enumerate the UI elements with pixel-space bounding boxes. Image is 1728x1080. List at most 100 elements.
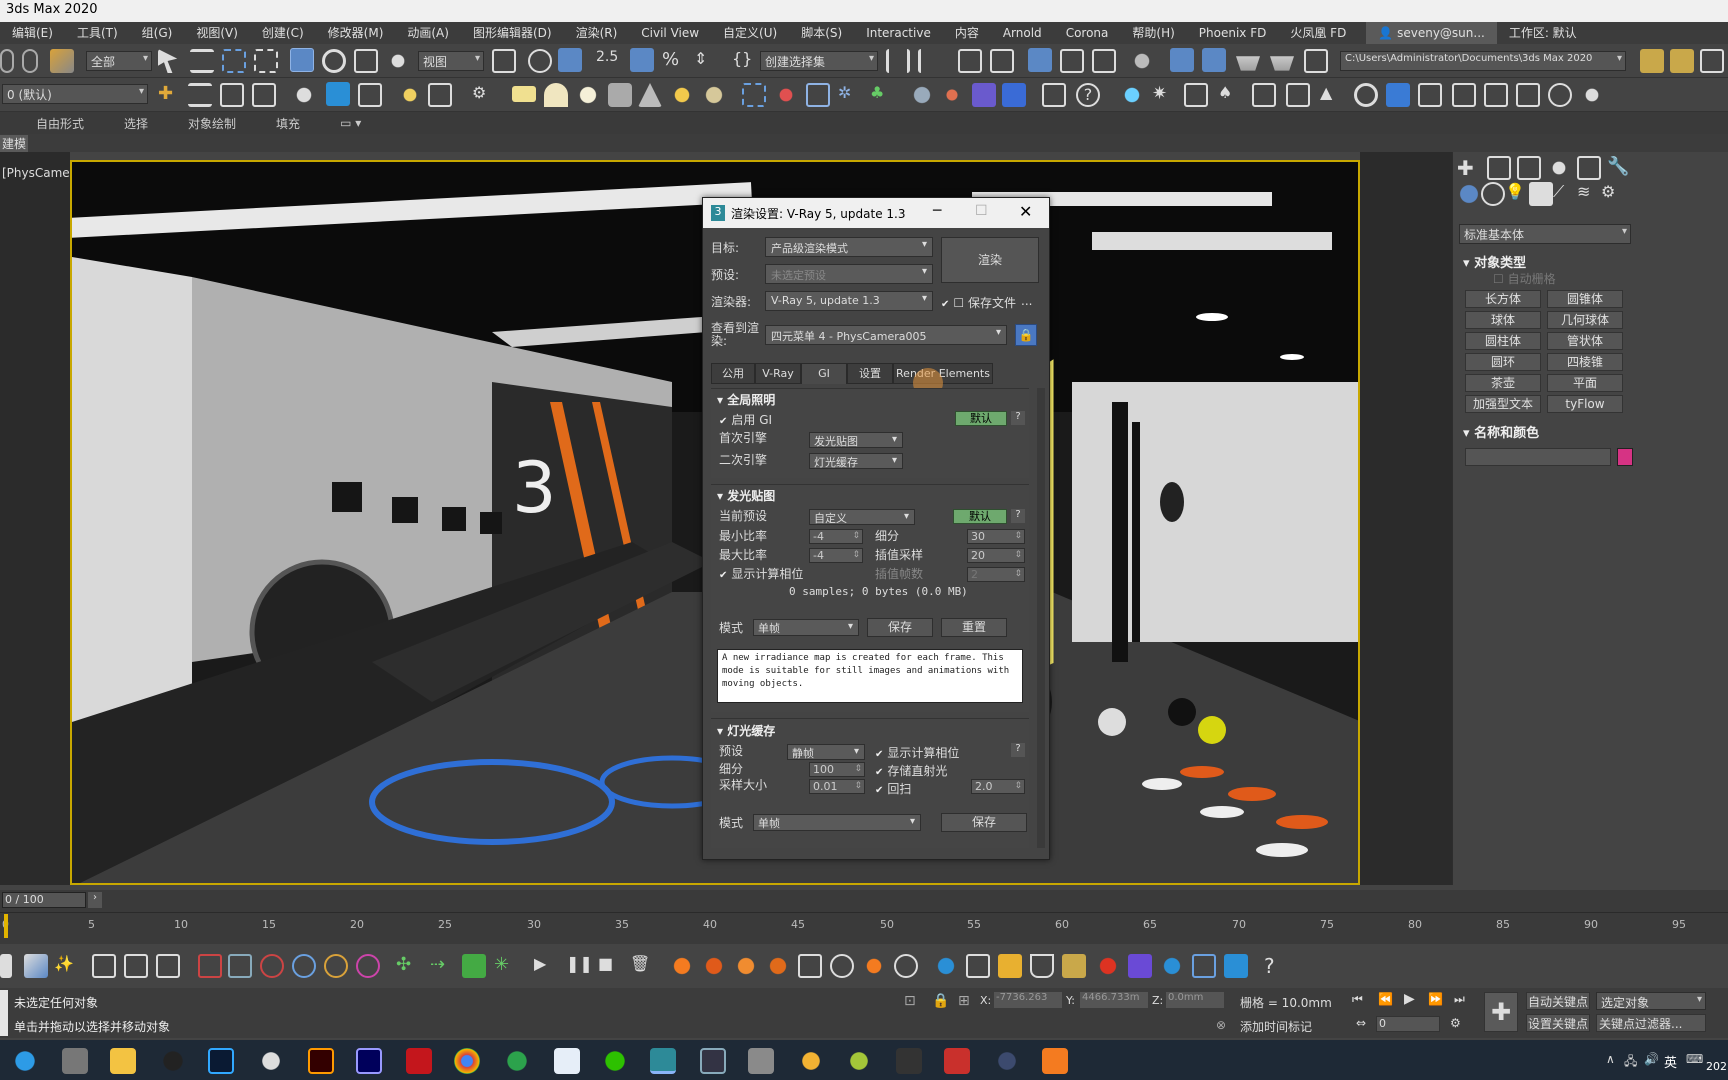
select-by-name-icon[interactable] <box>190 49 214 73</box>
after-effects-icon[interactable] <box>356 1048 382 1074</box>
shapes-category-icon[interactable] <box>1481 182 1505 206</box>
corona-camera-icon[interactable] <box>1452 83 1476 107</box>
calculator-icon[interactable] <box>748 1048 774 1074</box>
snaps-toggle-icon[interactable]: 2.5 <box>596 49 620 73</box>
modify-tab-icon[interactable] <box>1487 156 1511 180</box>
teapot-icon[interactable] <box>292 83 316 107</box>
lc-mode-dropdown[interactable]: 单帧 <box>753 814 921 831</box>
edge-icon[interactable] <box>12 1048 38 1074</box>
no-entry-icon[interactable] <box>260 954 284 978</box>
menu-phoenix-fd-cn[interactable]: 火凤凰 FD <box>1278 22 1358 44</box>
absolute-mode-icon[interactable]: ⊞ <box>958 993 970 1009</box>
bind-space-warp-icon[interactable] <box>50 49 74 73</box>
text-plus-button[interactable]: 加强型文本 <box>1465 395 1541 413</box>
project-folder-icon[interactable] <box>1640 49 1664 73</box>
wave-icon[interactable] <box>1128 954 1152 978</box>
irradiance-save-button[interactable]: 保存 <box>867 618 933 637</box>
add-to-layer-icon[interactable] <box>220 83 244 107</box>
select-manipulate-icon[interactable] <box>528 49 552 73</box>
corona-proxy-icon[interactable] <box>1184 83 1208 107</box>
fire-preset-icon[interactable] <box>766 954 790 978</box>
corona-scatter-icon[interactable]: ♠ <box>1218 83 1242 107</box>
sunflower-icon[interactable] <box>798 1048 824 1074</box>
lc-help-icon[interactable]: ? <box>1011 743 1025 757</box>
red-dot-icon[interactable] <box>1096 954 1120 978</box>
tab-common[interactable]: 公用 <box>711 363 755 384</box>
y-coord-field[interactable]: 4466.733m <box>1080 992 1148 1008</box>
workspace-selector[interactable]: 工作区: 默认 <box>1497 22 1589 44</box>
irradiance-default-button[interactable]: 默认 <box>953 509 1007 524</box>
scale-icon[interactable] <box>354 49 378 73</box>
fire-small-icon[interactable] <box>862 954 886 978</box>
ribbon-options-icon[interactable]: ▭ ▾ <box>320 116 381 130</box>
lc-save-button[interactable]: 保存 <box>941 813 1027 832</box>
autocad-icon[interactable] <box>406 1048 432 1074</box>
enable-gi-checkbox[interactable]: 启用 GI <box>719 411 772 428</box>
taskbar-clock[interactable]: 202 <box>1706 1060 1727 1073</box>
preset-dropdown[interactable]: 未选定预设 <box>765 264 933 284</box>
align-icon[interactable] <box>918 49 942 73</box>
utilities-tab-icon[interactable]: 🔧 <box>1607 156 1631 180</box>
gi-help-icon[interactable]: ? <box>1011 411 1025 425</box>
time-tag-icon[interactable]: ⊗ <box>1216 1018 1226 1032</box>
reference-coordinate-dropdown[interactable]: 视图 <box>418 51 484 71</box>
menu-edit[interactable]: 编辑(E) <box>0 22 65 44</box>
select-in-layer-icon[interactable] <box>252 83 276 107</box>
lc-show-phase-checkbox[interactable]: 显示计算相位 <box>875 744 959 761</box>
liquid-icon[interactable] <box>934 954 958 978</box>
vray-interactive-icon[interactable] <box>1002 83 1026 107</box>
minimize-button[interactable]: ─ <box>933 203 941 219</box>
menu-create[interactable]: 创建(C) <box>250 22 316 44</box>
menu-rendering[interactable]: 渲染(R) <box>564 22 630 44</box>
cloud-drive-icon[interactable] <box>554 1048 580 1074</box>
add-time-tag-button[interactable]: 添加时间标记 <box>1240 1018 1312 1035</box>
object-color-swatch[interactable] <box>1617 448 1633 466</box>
frame-buffer-icon[interactable] <box>358 83 382 107</box>
rotate-icon[interactable] <box>322 49 346 73</box>
app-orange-icon[interactable] <box>1042 1048 1068 1074</box>
burst-icon[interactable]: ✳ <box>494 954 518 978</box>
tool-icon[interactable] <box>0 954 12 978</box>
key-filters-button[interactable]: 关键点过滤器... <box>1596 1014 1706 1032</box>
auto-key-button[interactable]: 自动关键点 <box>1526 992 1590 1010</box>
vray-vfb-icon[interactable] <box>972 83 996 107</box>
cameras-category-icon[interactable] <box>1529 182 1553 206</box>
current-frame-field[interactable]: 0 <box>1376 1016 1440 1032</box>
menu-customize[interactable]: 自定义(U) <box>711 22 789 44</box>
motion-tab-icon[interactable] <box>1547 156 1571 180</box>
chrome-icon[interactable] <box>454 1048 480 1074</box>
box-button[interactable]: 长方体 <box>1465 290 1541 308</box>
hierarchy-tab-icon[interactable] <box>1517 156 1541 180</box>
rectangular-selection-icon[interactable] <box>222 49 246 73</box>
layer-stack-icon[interactable] <box>188 83 212 107</box>
current-frame-marker[interactable] <box>4 914 8 938</box>
menu-scripting[interactable]: 脚本(S) <box>789 22 854 44</box>
percent-snap-icon[interactable]: % <box>662 49 686 73</box>
layout-icon[interactable] <box>1700 49 1724 73</box>
isolate-selection-icon[interactable]: ⊡ <box>904 993 916 1009</box>
mirror-icon[interactable] <box>886 49 910 73</box>
edit-named-selection-icon[interactable]: {} <box>732 49 756 73</box>
selection-lock-icon[interactable]: 🔒 <box>932 993 949 1009</box>
render-button[interactable]: 渲染 <box>941 237 1039 283</box>
menu-view[interactable]: 视图(V) <box>184 22 250 44</box>
box-wire-icon[interactable] <box>198 954 222 978</box>
scatter-icon[interactable]: ✣ <box>396 954 420 978</box>
interp-samples-spinner[interactable]: 20 <box>967 548 1025 563</box>
goto-start-icon[interactable]: ⏮ <box>1352 992 1363 1007</box>
render-iterative-icon[interactable] <box>1270 56 1294 71</box>
waves-icon[interactable] <box>1192 954 1216 978</box>
batch-render-icon[interactable] <box>92 954 116 978</box>
magic-icon[interactable]: ✨ <box>54 954 78 978</box>
corona-eye-icon[interactable] <box>1548 83 1572 107</box>
fire-source-icon[interactable] <box>702 954 726 978</box>
simulation-icon[interactable] <box>798 954 822 978</box>
track-bar[interactable] <box>0 912 1728 940</box>
window-crossing-icon[interactable] <box>254 49 278 73</box>
app-green-icon[interactable] <box>504 1048 530 1074</box>
secondary-engine-dropdown[interactable]: 灯光缓存 <box>809 453 903 469</box>
vray-scatter-icon[interactable]: ✲ <box>838 83 862 107</box>
usb-icon[interactable] <box>62 1048 88 1074</box>
light-cache-heading[interactable]: ▾ 灯光缓存 <box>717 722 775 739</box>
rendered-frame-window-icon[interactable] <box>1202 48 1226 72</box>
